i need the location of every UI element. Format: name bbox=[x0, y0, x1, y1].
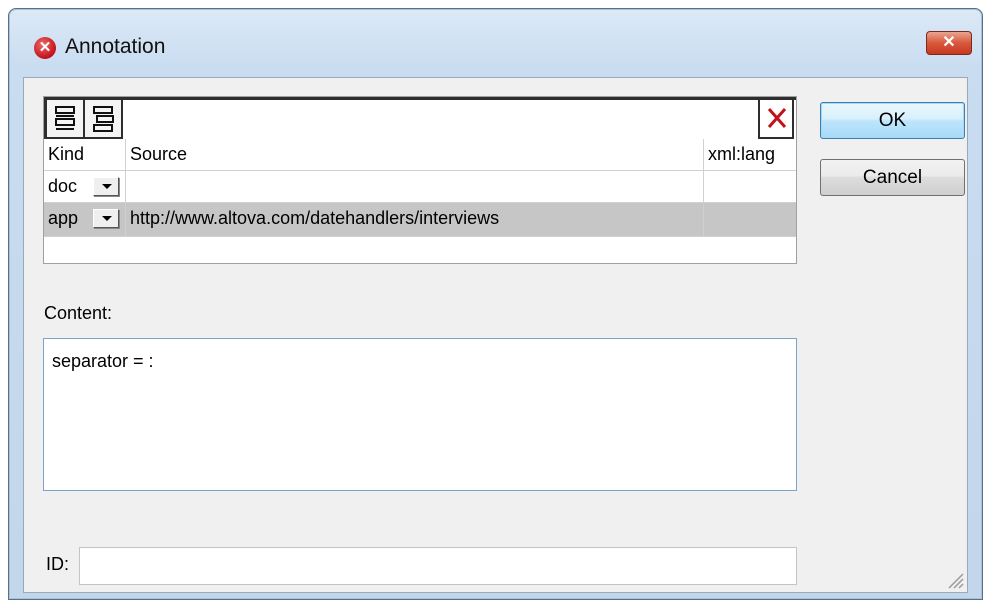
delete-row-button[interactable] bbox=[758, 100, 794, 139]
kind-cell[interactable]: doc bbox=[44, 171, 126, 202]
annotation-dialog: ✕ Annotation ✕ Kind Source xml:lang doc … bbox=[8, 8, 983, 600]
id-label: ID: bbox=[46, 554, 70, 574]
xml-lang-cell[interactable] bbox=[704, 171, 796, 202]
resize-grip-icon[interactable] bbox=[945, 570, 965, 590]
title-bar[interactable]: ✕ Annotation ✕ bbox=[9, 9, 982, 84]
dialog-title: Annotation bbox=[65, 35, 166, 58]
table-row[interactable]: app http://www.altova.com/datehandlers/i… bbox=[44, 203, 796, 237]
xml-lang-cell[interactable] bbox=[704, 203, 796, 236]
append-row-icon bbox=[93, 106, 114, 132]
dialog-body: Kind Source xml:lang doc app http://www.… bbox=[23, 77, 968, 593]
source-cell[interactable] bbox=[126, 171, 704, 202]
id-field[interactable] bbox=[79, 547, 797, 585]
ok-button[interactable]: OK bbox=[820, 102, 965, 139]
delete-x-icon bbox=[767, 108, 787, 128]
insert-row-icon bbox=[55, 106, 75, 130]
grid-header-row: Kind Source xml:lang bbox=[44, 139, 796, 171]
cancel-button[interactable]: Cancel bbox=[820, 159, 965, 196]
kind-dropdown-button[interactable] bbox=[93, 177, 119, 196]
kind-value: doc bbox=[48, 176, 78, 196]
grid-toolbar bbox=[44, 97, 796, 139]
kind-cell[interactable]: app bbox=[44, 203, 126, 236]
column-header-xml-lang[interactable]: xml:lang bbox=[704, 139, 796, 170]
insert-row-button[interactable] bbox=[47, 100, 85, 139]
kind-value: app bbox=[48, 208, 79, 228]
app-icon: ✕ bbox=[34, 37, 56, 59]
close-button[interactable]: ✕ bbox=[926, 31, 972, 55]
kind-dropdown-button[interactable] bbox=[93, 209, 119, 228]
content-textarea[interactable]: separator = : bbox=[43, 338, 797, 491]
column-header-kind[interactable]: Kind bbox=[44, 139, 126, 170]
close-icon: ✕ bbox=[942, 34, 956, 51]
source-cell[interactable]: http://www.altova.com/datehandlers/inter… bbox=[126, 203, 704, 236]
content-label: Content: bbox=[44, 303, 113, 323]
column-header-source[interactable]: Source bbox=[126, 139, 704, 170]
annotation-grid: Kind Source xml:lang doc app http://www.… bbox=[43, 96, 797, 264]
table-row[interactable]: doc bbox=[44, 171, 796, 203]
append-row-button[interactable] bbox=[85, 100, 123, 139]
